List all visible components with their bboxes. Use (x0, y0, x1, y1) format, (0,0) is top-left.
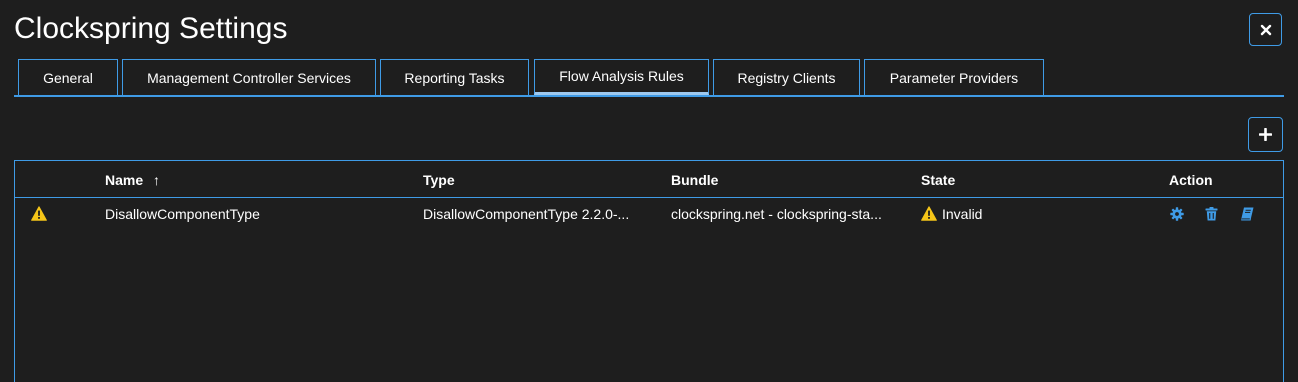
tab-flow-analysis-rules[interactable]: Flow Analysis Rules (534, 59, 709, 95)
flow-analysis-rules-table: Name ↑ Type Bundle State Action Disallow… (14, 160, 1284, 382)
add-rule-button[interactable] (1248, 117, 1283, 152)
warning-icon (921, 206, 937, 221)
column-name-label: Name (105, 172, 144, 188)
rule-state[interactable]: Invalid (921, 198, 1121, 230)
column-header-action: Action (1169, 172, 1213, 188)
page-title: Clockspring Settings (14, 12, 288, 45)
tab-reporting-tasks[interactable]: Reporting Tasks (380, 59, 529, 95)
trash-icon[interactable] (1205, 207, 1218, 221)
book-icon[interactable] (1240, 207, 1254, 221)
tab-label: Management Controller Services (147, 69, 351, 86)
close-button[interactable] (1249, 13, 1282, 46)
close-icon (1260, 24, 1271, 35)
tab-general[interactable]: General (18, 59, 118, 95)
column-header-type[interactable]: Type (423, 161, 455, 198)
tab-label: General (43, 69, 93, 86)
tab-parameter-providers[interactable]: Parameter Providers (864, 59, 1044, 95)
tab-bar: General Management Controller Services R… (14, 59, 1284, 97)
sort-ascending-icon: ↑ (153, 172, 161, 188)
tab-registry-clients[interactable]: Registry Clients (713, 59, 860, 95)
table-row[interactable]: DisallowComponentType DisallowComponentT… (15, 198, 1283, 230)
rule-name: DisallowComponentType (105, 206, 260, 222)
rule-type: DisallowComponentType 2.2.0-... (423, 206, 630, 222)
gear-icon[interactable] (1170, 207, 1184, 221)
settings-dialog: Clockspring Settings General Management … (0, 0, 1298, 382)
tab-label: Registry Clients (737, 69, 836, 86)
rule-bundle: clockspring.net - clockspring-sta... (671, 206, 882, 222)
column-header-state[interactable]: State (921, 161, 955, 198)
state-label: Invalid (942, 206, 983, 222)
tab-management-controller-services[interactable]: Management Controller Services (122, 59, 376, 95)
warning-icon[interactable] (31, 206, 47, 221)
tab-label: Reporting Tasks (404, 69, 505, 86)
table-header: Name ↑ Type Bundle State Action (15, 161, 1283, 198)
tab-label: Flow Analysis Rules (559, 68, 684, 84)
column-header-bundle[interactable]: Bundle (671, 161, 718, 198)
tab-label: Parameter Providers (889, 69, 1019, 86)
column-header-name[interactable]: Name ↑ (105, 161, 160, 198)
plus-icon (1259, 128, 1272, 141)
